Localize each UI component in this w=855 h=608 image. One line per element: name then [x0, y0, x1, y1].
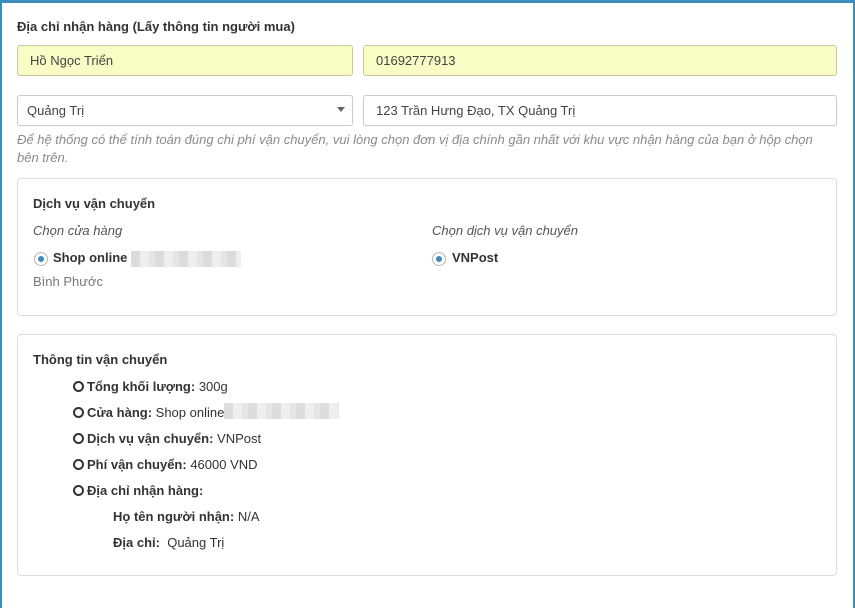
phone-field[interactable]: 01692777913 [363, 45, 837, 76]
info-address: Địa chỉ nhận hàng: [73, 483, 203, 498]
info-service: Dịch vụ vận chuyển: VNPost [73, 431, 261, 446]
info-store: Cửa hàng: Shop online [73, 405, 224, 420]
shipping-hint: Để hệ thống có thể tính toán đúng chi ph… [17, 132, 813, 165]
circle-bullet-icon [73, 485, 84, 496]
carrier-radio[interactable] [432, 252, 446, 266]
info-fee: Phí vận chuyển: 46000 VND [73, 457, 258, 472]
circle-bullet-icon [73, 407, 84, 418]
shipping-service-title: Dịch vụ vận chuyển [33, 196, 156, 211]
top-border [0, 0, 855, 3]
info-weight: Tổng khối lượng: 300g [73, 379, 228, 394]
shipping-info-title: Thông tin vận chuyển [33, 352, 168, 367]
section-heading: Địa chỉ nhận hàng (Lấy thông tin người m… [17, 19, 295, 34]
carrier-option-label: VNPost [452, 250, 499, 265]
circle-bullet-icon [73, 433, 84, 444]
chevron-down-icon [337, 107, 345, 112]
info-recipient-address: Địa chỉ: Quảng Trị [113, 535, 225, 550]
province-select[interactable]: Quảng Trị [17, 95, 353, 126]
redacted-store-name [224, 403, 339, 419]
province-select-value: Quảng Trị [27, 103, 85, 118]
name-field[interactable]: Hồ Ngọc Triển [17, 45, 353, 76]
store-location: Bình Phước [33, 274, 103, 289]
redacted-store-name [131, 251, 241, 267]
store-radio[interactable] [34, 252, 48, 266]
info-recipient: Họ tên người nhận: N/A [113, 509, 260, 524]
shipping-service-panel: Dịch vụ vận chuyển Chọn cửa hàng Shop on… [17, 178, 837, 316]
carrier-select-label: Chọn dịch vụ vận chuyển [432, 223, 578, 238]
left-border [0, 0, 2, 608]
address-field[interactable]: 123 Trần Hưng Đạo, TX Quảng Trị [363, 95, 837, 126]
circle-bullet-icon [73, 459, 84, 470]
store-option-label: Shop online [53, 250, 128, 265]
store-select-label: Chọn cửa hàng [33, 223, 123, 238]
circle-bullet-icon [73, 381, 84, 392]
